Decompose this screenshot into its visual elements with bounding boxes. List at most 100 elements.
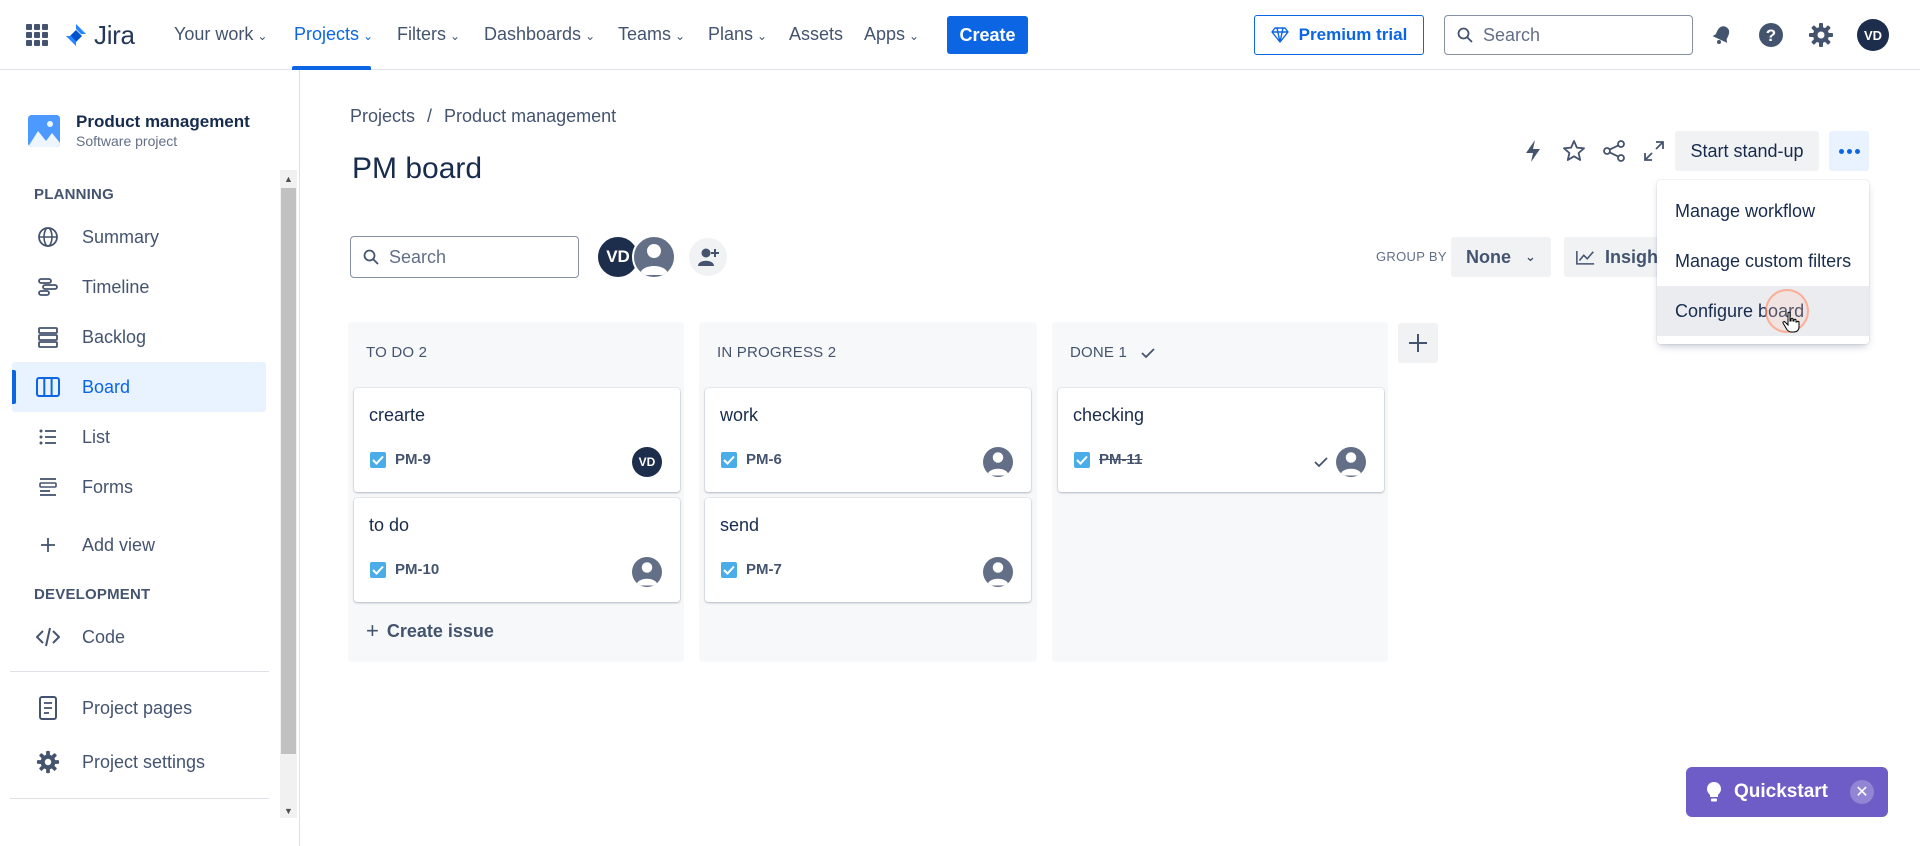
sidebar-item-timeline[interactable]: Timeline: [12, 262, 266, 312]
notifications-icon[interactable]: [1707, 20, 1737, 50]
global-search-input[interactable]: Search: [1444, 15, 1693, 55]
issue-card[interactable]: to do PM-10: [354, 498, 680, 602]
nav-projects[interactable]: Projects ⌄: [294, 24, 373, 45]
document-icon: [36, 696, 60, 720]
nav-label: Teams: [618, 24, 672, 44]
app-name: Jira: [94, 20, 135, 50]
menu-item-configure-board[interactable]: Configure board: [1657, 286, 1869, 336]
sidebar-item-board[interactable]: Board: [12, 362, 266, 412]
nav-assets[interactable]: Assets: [789, 24, 843, 45]
more-dots-icon: [1838, 148, 1844, 154]
search-placeholder: Search: [1483, 24, 1541, 45]
assignee-avatar[interactable]: [632, 557, 662, 587]
diamond-icon: [1270, 27, 1289, 43]
create-button[interactable]: Create: [947, 16, 1028, 54]
task-checkbox-icon: [370, 561, 386, 578]
menu-item-manage-custom-filters[interactable]: Manage custom filters: [1657, 236, 1869, 286]
active-nav-indicator: [292, 66, 371, 70]
chevron-down-icon: ⌄: [363, 28, 374, 43]
issue-card[interactable]: checking PM-11: [1058, 388, 1384, 492]
person-icon: [640, 244, 668, 275]
nav-teams[interactable]: Teams ⌄: [618, 24, 685, 45]
quickstart-button[interactable]: Quickstart ✕: [1686, 767, 1888, 817]
menu-item-manage-workflow[interactable]: Manage workflow: [1657, 186, 1869, 236]
nav-label: Assets: [789, 24, 844, 44]
issue-key: PM-6: [746, 451, 782, 468]
assignee-avatar[interactable]: [1336, 447, 1366, 477]
sidebar-item-summary[interactable]: Summary: [12, 212, 266, 262]
sidebar-item-project-pages[interactable]: Project pages: [12, 683, 266, 733]
chevron-down-icon: ⌄: [585, 28, 596, 43]
assignee-avatar[interactable]: VD: [632, 447, 662, 477]
app-switcher-icon[interactable]: [26, 24, 48, 46]
globe-icon: [36, 225, 60, 249]
issue-card[interactable]: crearte PM-9 VD: [354, 388, 680, 492]
card-key: PM-10: [370, 561, 439, 578]
nav-apps[interactable]: Apps ⌄: [864, 24, 919, 45]
nav-dashboards[interactable]: Dashboards ⌄: [484, 24, 595, 45]
search-icon: [363, 249, 379, 265]
settings-gear-icon[interactable]: [1806, 20, 1836, 50]
sidebar-item-backlog[interactable]: Backlog: [12, 312, 266, 362]
task-checkbox-icon: [721, 451, 737, 468]
jira-logo[interactable]: Jira: [64, 20, 135, 51]
issue-card[interactable]: work PM-6: [705, 388, 1031, 492]
share-icon[interactable]: [1599, 136, 1629, 166]
add-view-button[interactable]: Add view: [12, 520, 266, 570]
sidebar-item-label: Forms: [82, 476, 133, 497]
close-icon[interactable]: ✕: [1850, 780, 1874, 804]
assignee-avatar[interactable]: [983, 557, 1013, 587]
board-column-in-progress: IN PROGRESS 2 work PM-6 send PM-7: [699, 322, 1037, 662]
planning-heading: PLANNING: [34, 186, 114, 203]
breadcrumb-projects[interactable]: Projects: [350, 106, 415, 127]
scroll-down-arrow-icon[interactable]: ▼: [284, 806, 293, 816]
help-icon[interactable]: ?: [1756, 20, 1786, 50]
card-title: crearte: [369, 405, 426, 425]
project-name: Product management: [76, 112, 250, 131]
fullscreen-expand-icon[interactable]: [1639, 136, 1669, 166]
project-header[interactable]: Product management Software project: [28, 112, 250, 149]
chevron-down-icon: ⌄: [1525, 249, 1536, 264]
project-sidebar: Product management Software project PLAN…: [0, 70, 300, 846]
board-search-placeholder: Search: [389, 246, 447, 267]
add-column-button[interactable]: [1398, 323, 1438, 363]
sidebar-item-code[interactable]: Code: [12, 612, 266, 662]
person-icon: [987, 562, 1009, 586]
automation-lightning-icon[interactable]: [1518, 136, 1548, 166]
card-title: checking: [1073, 405, 1145, 425]
add-people-button[interactable]: [687, 236, 729, 278]
issue-card[interactable]: send PM-7: [705, 498, 1031, 602]
more-actions-button[interactable]: [1829, 131, 1869, 171]
start-standup-button[interactable]: Start stand-up: [1675, 131, 1819, 171]
breadcrumb-product-management[interactable]: Product management: [444, 106, 616, 127]
sidebar-item-forms[interactable]: Forms: [12, 462, 266, 512]
sidebar-item-list[interactable]: List: [12, 412, 266, 462]
sidebar-scrollbar[interactable]: ▲ ▼: [280, 170, 297, 818]
sidebar-item-project-settings[interactable]: Project settings: [12, 737, 266, 787]
group-by-select[interactable]: None ⌄: [1451, 237, 1551, 277]
create-issue-button[interactable]: + Create issue: [366, 618, 494, 644]
breadcrumb-separator: /: [427, 106, 433, 126]
nav-plans[interactable]: Plans ⌄: [708, 24, 767, 45]
nav-filters[interactable]: Filters ⌄: [397, 24, 460, 45]
scroll-up-arrow-icon[interactable]: ▲: [284, 174, 293, 184]
column-header: TO DO 2: [366, 344, 427, 361]
add-person-icon: [698, 248, 719, 266]
star-icon[interactable]: [1559, 136, 1589, 166]
done-check-icon: [1141, 347, 1155, 358]
board-search-input[interactable]: Search: [350, 236, 579, 278]
card-key: PM-6: [721, 451, 782, 468]
nav-your-work[interactable]: Your work ⌄: [174, 24, 267, 45]
premium-trial-button[interactable]: Premium trial: [1254, 15, 1424, 55]
nav-label: Your work: [174, 24, 254, 44]
user-avatar[interactable]: VD: [1857, 19, 1889, 51]
add-view-label: Add view: [82, 534, 156, 555]
card-title: work: [720, 405, 759, 425]
scrollbar-thumb[interactable]: [281, 188, 296, 754]
sidebar-item-label: Board: [82, 376, 131, 397]
project-type: Software project: [76, 133, 178, 149]
issue-key: PM-7: [746, 561, 782, 578]
assignee-avatar[interactable]: [983, 447, 1013, 477]
filter-avatar-unassigned[interactable]: [632, 235, 676, 279]
board-column-done: DONE 1 checking PM-11: [1052, 322, 1388, 662]
